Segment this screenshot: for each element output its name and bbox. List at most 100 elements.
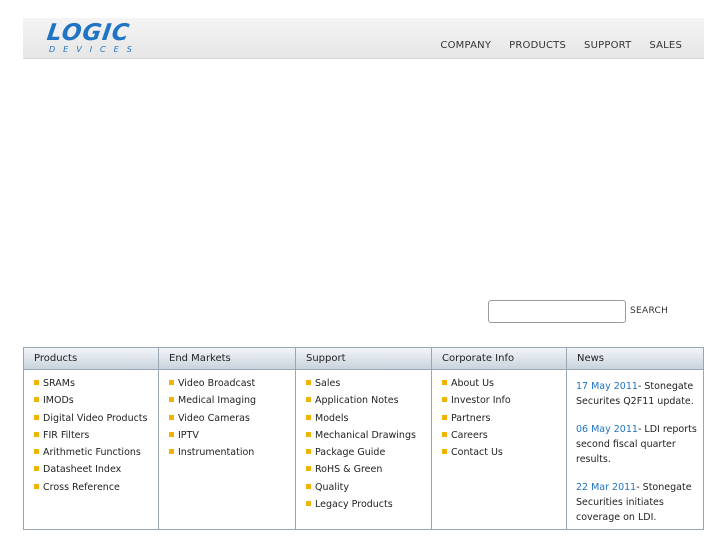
corporate-column: Corporate Info About Us Investor Info Part… — [432, 348, 567, 529]
logo[interactable]: LOGIC DEVICES — [45, 20, 140, 55]
list-item-label: Application Notes — [315, 395, 399, 407]
list-item[interactable]: FIR Filters — [34, 427, 158, 444]
bullet-icon — [306, 380, 311, 385]
list-item[interactable]: IPTV — [169, 427, 295, 444]
search-button[interactable]: SEARCH — [630, 306, 668, 316]
nav-products[interactable]: PRODUCTS — [509, 40, 566, 51]
list-item[interactable]: Legacy Products — [306, 496, 431, 513]
list-item-label: Video Broadcast — [178, 378, 256, 389]
products-heading: Products — [24, 348, 158, 370]
list-item-label: Video Cameras — [178, 412, 250, 424]
list-item[interactable]: Sales — [306, 375, 431, 392]
products-column: Products SRAMs IMODs Digital Video Product… — [24, 348, 159, 529]
bullet-icon — [442, 397, 447, 403]
list-item-label: Cross Reference — [43, 481, 120, 493]
nav-support[interactable]: SUPPORT — [584, 40, 631, 51]
list-item-label: Sales — [315, 378, 341, 389]
list-item[interactable]: Models — [306, 410, 431, 427]
logo-wordmark: LOGIC — [45, 20, 132, 46]
bullet-icon — [34, 431, 39, 437]
news-date-link[interactable]: 17 May 2011 — [576, 381, 638, 392]
list-item-label: Instrumentation — [178, 447, 255, 459]
list-item[interactable]: Application Notes — [306, 392, 431, 409]
list-item[interactable]: Datasheet Index — [34, 461, 158, 478]
list-item[interactable]: IMODs — [34, 392, 158, 409]
bullet-icon — [306, 483, 311, 489]
bullet-icon — [169, 397, 174, 403]
bullet-icon — [34, 483, 39, 489]
news-item: 17 May 2011- Stonegate Securites Q2F11 u… — [576, 379, 703, 409]
list-item-label: Models — [315, 412, 349, 424]
list-item[interactable]: Instrumentation — [169, 444, 295, 461]
news-item: 22 Mar 2011- Stonegate Securities initia… — [576, 480, 703, 525]
bullet-icon — [306, 466, 311, 472]
bullet-icon — [34, 466, 39, 472]
search-input[interactable] — [488, 300, 626, 323]
list-item[interactable]: Mechanical Drawings — [306, 427, 431, 444]
list-item-label: RoHS & Green — [315, 464, 383, 476]
bullet-icon — [306, 397, 311, 403]
list-item[interactable]: Video Cameras — [169, 410, 295, 427]
bullet-icon — [306, 431, 311, 437]
support-heading: Support — [296, 348, 431, 370]
list-item-label: Arithmetic Functions — [43, 447, 141, 459]
list-item[interactable]: About Us — [442, 375, 566, 392]
bullet-icon — [169, 380, 174, 385]
bullet-icon — [34, 397, 39, 403]
nav-sales[interactable]: SALES — [649, 40, 682, 51]
list-item[interactable]: Contact Us — [442, 444, 566, 461]
list-item-label: Package Guide — [315, 447, 386, 459]
list-item[interactable]: Quality — [306, 479, 431, 496]
list-item-label: IPTV — [178, 429, 199, 441]
list-item[interactable]: SRAMs — [34, 375, 158, 392]
list-item[interactable]: Arithmetic Functions — [34, 444, 158, 461]
news-column: News 17 May 2011- Stonegate Securites Q2… — [567, 348, 703, 529]
list-item-label: Investor Info — [451, 395, 511, 407]
list-item[interactable]: Video Broadcast — [169, 375, 295, 392]
bullet-icon — [306, 449, 311, 455]
bullet-icon — [169, 449, 174, 455]
list-item[interactable]: Investor Info — [442, 392, 566, 409]
list-item[interactable]: Digital Video Products — [34, 410, 158, 427]
list-item[interactable]: Medical Imaging — [169, 392, 295, 409]
bullet-icon — [442, 431, 447, 437]
list-item-label: Legacy Products — [315, 499, 393, 511]
site-header: LOGIC DEVICES COMPANY PRODUCTS SUPPORT S… — [23, 18, 704, 59]
list-item[interactable]: RoHS & Green — [306, 461, 431, 478]
bullet-icon — [306, 414, 311, 420]
list-item[interactable]: Cross Reference — [34, 479, 158, 496]
list-item-label: About Us — [451, 378, 495, 389]
news-list: 17 May 2011- Stonegate Securites Q2F11 u… — [567, 370, 703, 525]
list-item[interactable]: Careers — [442, 427, 566, 444]
logo-subtitle: DEVICES — [49, 45, 140, 54]
list-item-label: Mechanical Drawings — [315, 429, 416, 441]
support-column: Support Sales Application Notes Models Mech… — [296, 348, 432, 529]
list-item-label: IMODs — [43, 395, 74, 407]
bullet-icon — [306, 501, 311, 507]
list-item[interactable]: Partners — [442, 410, 566, 427]
list-item-label: Quality — [315, 481, 349, 493]
markets-column: End Markets Video Broadcast Medical Imagi… — [159, 348, 296, 529]
markets-list: Video Broadcast Medical Imaging Video Came… — [159, 375, 295, 461]
list-item-label: Contact Us — [451, 447, 503, 459]
footer-panel: Products SRAMs IMODs Digital Video Product… — [23, 347, 704, 530]
list-item-label: Partners — [451, 412, 491, 424]
list-item-label: Medical Imaging — [178, 395, 257, 407]
list-item-label: FIR Filters — [43, 429, 90, 441]
list-item[interactable]: Package Guide — [306, 444, 431, 461]
bullet-icon — [34, 380, 39, 385]
bullet-icon — [442, 380, 447, 385]
corporate-heading: Corporate Info — [432, 348, 566, 370]
bullet-icon — [34, 414, 39, 420]
bullet-icon — [442, 449, 447, 455]
nav-company[interactable]: COMPANY — [440, 40, 491, 51]
products-list: SRAMs IMODs Digital Video Products FIR Filt… — [24, 375, 158, 496]
list-item-label: Datasheet Index — [43, 464, 122, 476]
bullet-icon — [34, 449, 39, 455]
markets-heading: End Markets — [159, 348, 295, 370]
support-list: Sales Application Notes Models Mechanical D… — [296, 375, 431, 513]
corporate-list: About Us Investor Info Partners Careers Cont… — [432, 375, 566, 461]
news-date-link[interactable]: 06 May 2011 — [576, 424, 638, 435]
news-date-link[interactable]: 22 Mar 2011 — [576, 482, 636, 493]
list-item-label: Careers — [451, 429, 488, 441]
